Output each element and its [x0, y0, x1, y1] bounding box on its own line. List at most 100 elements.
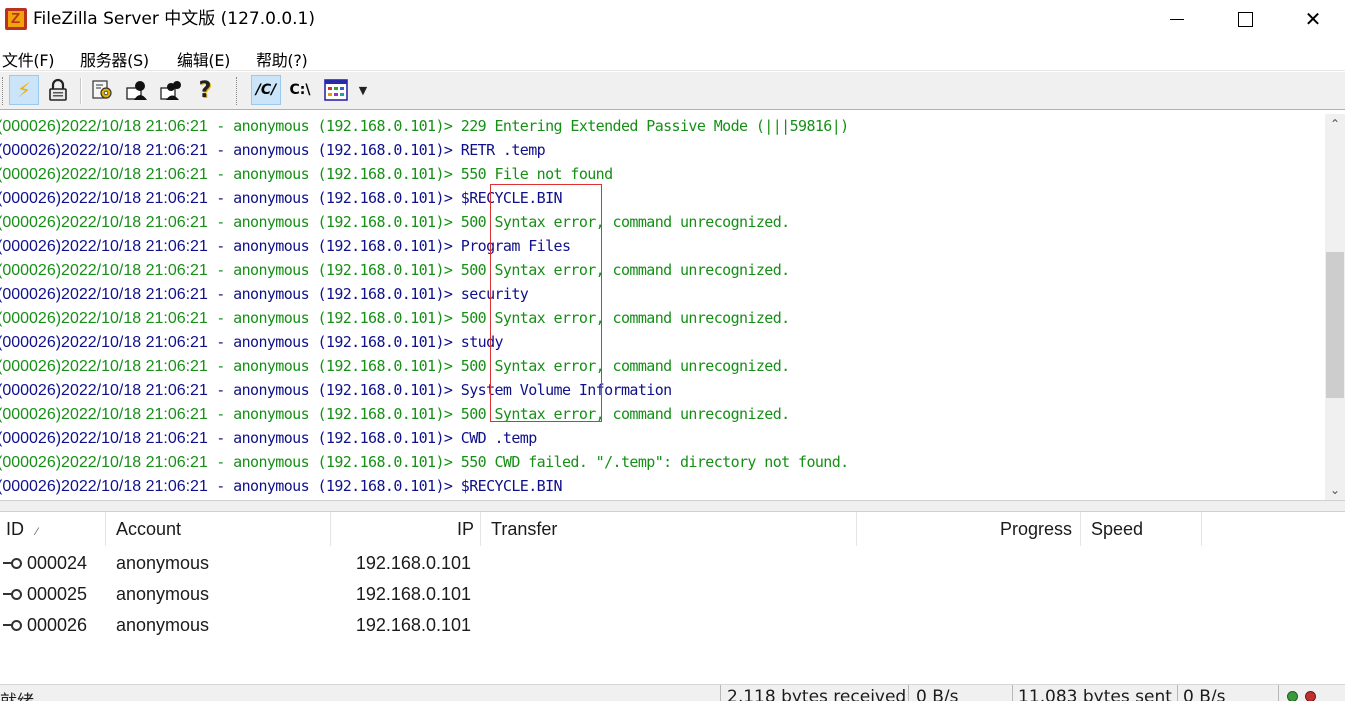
- status-divider: [1278, 685, 1279, 701]
- session-ip: 192.168.0.101: [355, 553, 471, 573]
- session-id: 000024: [27, 553, 88, 573]
- connection-icon: [3, 618, 25, 632]
- log-timestamp: 2022/10/18 21:06:21: [61, 358, 208, 375]
- connect-button[interactable]: ⚡: [9, 75, 39, 105]
- close-button[interactable]: ✕: [1279, 0, 1345, 38]
- column-header-transfer[interactable]: Transfer: [481, 512, 857, 546]
- server-log[interactable]: (000026)2022/10/18 21:06:21 - anonymous …: [0, 114, 1325, 498]
- logo-letter: Z: [11, 10, 21, 27]
- session-id: 000026: [27, 615, 88, 635]
- windows-path-button[interactable]: C:\: [285, 75, 315, 105]
- toolbar-grip-2[interactable]: [236, 77, 239, 105]
- status-ready: 就绪: [0, 687, 34, 701]
- log-timestamp: 2022/10/18 21:06:21: [61, 166, 208, 183]
- unix-path-button[interactable]: /C/: [251, 75, 281, 105]
- sort-indicator-icon: ⁄: [36, 526, 38, 538]
- panel-splitter[interactable]: [0, 500, 1345, 512]
- log-session-prefix: (000026): [0, 142, 62, 159]
- sessions-list: ID ⁄ Account IP Transfer Progress Speed 0…: [0, 512, 1345, 682]
- log-timestamp: 2022/10/18 21:06:21: [61, 478, 208, 495]
- help-button[interactable]: ?: [190, 75, 220, 105]
- log-session-prefix: (000026): [0, 286, 62, 303]
- log-session-prefix: (000026): [0, 262, 62, 279]
- table-row[interactable]: 000024 anonymous 192.168.0.101: [0, 548, 1345, 579]
- maximize-button[interactable]: [1211, 0, 1279, 38]
- log-line-command: (000026)2022/10/18 21:06:21 - anonymous …: [0, 282, 1325, 306]
- log-scrollbar[interactable]: ⌃ ⌄: [1325, 114, 1345, 500]
- log-session-prefix: (000026): [0, 166, 62, 183]
- lock-button[interactable]: [43, 75, 73, 105]
- help-question-icon: ?: [198, 77, 212, 103]
- column-header-progress[interactable]: Progress: [857, 512, 1081, 546]
- lock-icon: [49, 78, 67, 101]
- log-message: - anonymous (192.168.0.101)> CWD .temp: [207, 429, 537, 447]
- log-message: - anonymous (192.168.0.101)> Program Fil…: [207, 237, 571, 255]
- log-timestamp: 2022/10/18 21:06:21: [61, 310, 208, 327]
- log-timestamp: 2022/10/18 21:06:21: [61, 118, 208, 135]
- path-windows-label: C:\: [289, 82, 311, 98]
- session-id-cell: 000024: [3, 548, 87, 579]
- log-line-response: (000026)2022/10/18 21:06:21 - anonymous …: [0, 162, 1325, 186]
- groups-button[interactable]: [156, 75, 186, 105]
- list-header: ID ⁄ Account IP Transfer Progress Speed: [0, 512, 1345, 546]
- log-timestamp: 2022/10/18 21:06:21: [61, 214, 208, 231]
- receive-rate: 0 B/s: [916, 687, 959, 701]
- log-line-response: (000026)2022/10/18 21:06:21 - anonymous …: [0, 402, 1325, 426]
- sort-dropdown-button[interactable]: ▼: [352, 75, 374, 105]
- column-header-account[interactable]: Account: [106, 512, 331, 546]
- log-session-prefix: (000026): [0, 478, 62, 495]
- log-timestamp: 2022/10/18 21:06:21: [61, 190, 208, 207]
- session-id-cell: 000026: [3, 610, 87, 641]
- toolbar-grip[interactable]: [2, 77, 5, 105]
- minimize-button[interactable]: [1143, 0, 1211, 38]
- column-id-label: ID: [6, 519, 24, 539]
- session-account: anonymous: [116, 584, 210, 604]
- settings-gear-icon: [92, 80, 112, 99]
- table-row[interactable]: 000025 anonymous 192.168.0.101: [0, 579, 1345, 610]
- window-title: FileZilla Server 中文版 (127.0.0.1): [33, 9, 316, 29]
- menu-help[interactable]: 帮助(?): [256, 47, 308, 71]
- title-bar: Z FileZilla Server 中文版 (127.0.0.1) ✕: [0, 0, 1345, 38]
- log-timestamp: 2022/10/18 21:06:21: [61, 454, 208, 471]
- bytes-sent: 11,083 bytes sent: [1018, 687, 1172, 701]
- log-line-response: (000026)2022/10/18 21:06:21 - anonymous …: [0, 354, 1325, 378]
- settings-button[interactable]: [88, 75, 118, 105]
- status-divider: [908, 685, 909, 701]
- column-header-id[interactable]: ID ⁄: [0, 512, 106, 546]
- log-timestamp: 2022/10/18 21:06:21: [61, 430, 208, 447]
- log-session-prefix: (000026): [0, 310, 62, 327]
- scroll-thumb[interactable]: [1326, 252, 1344, 398]
- column-header-ip[interactable]: IP: [331, 512, 481, 546]
- log-message: - anonymous (192.168.0.101)> study: [207, 333, 503, 351]
- log-message: - anonymous (192.168.0.101)> $RECYCLE.BI…: [207, 189, 562, 207]
- log-line-command: (000026)2022/10/18 21:06:21 - anonymous …: [0, 138, 1325, 162]
- log-session-prefix: (000026): [0, 214, 62, 231]
- toolbar: ⚡ ? /C/ C:\ ▼: [0, 72, 1345, 110]
- menu-edit[interactable]: 编辑(E): [177, 47, 230, 71]
- session-ip: 192.168.0.101: [355, 584, 471, 604]
- log-line-command: (000026)2022/10/18 21:06:21 - anonymous …: [0, 426, 1325, 450]
- log-timestamp: 2022/10/18 21:06:21: [61, 238, 208, 255]
- scroll-down-button[interactable]: ⌄: [1325, 480, 1345, 500]
- log-message: - anonymous (192.168.0.101)> 500 Syntax …: [207, 309, 790, 327]
- users-button[interactable]: [122, 75, 152, 105]
- menu-server[interactable]: 服务器(S): [80, 47, 149, 71]
- log-line-command: (000026)2022/10/18 21:06:21 - anonymous …: [0, 474, 1325, 498]
- scroll-up-button[interactable]: ⌃: [1325, 114, 1345, 134]
- status-divider: [720, 685, 721, 701]
- log-message: - anonymous (192.168.0.101)> System Volu…: [207, 381, 672, 399]
- session-ip: 192.168.0.101: [355, 615, 471, 635]
- log-session-prefix: (000026): [0, 334, 62, 351]
- table-row[interactable]: 000026 anonymous 192.168.0.101: [0, 610, 1345, 641]
- log-timestamp: 2022/10/18 21:06:21: [61, 334, 208, 351]
- connection-icon: [3, 587, 25, 601]
- column-header-speed[interactable]: Speed: [1081, 512, 1202, 546]
- filezilla-logo-icon: Z: [5, 8, 27, 30]
- log-timestamp: 2022/10/18 21:06:21: [61, 286, 208, 303]
- log-session-prefix: (000026): [0, 454, 62, 471]
- log-line-command: (000026)2022/10/18 21:06:21 - anonymous …: [0, 378, 1325, 402]
- menu-file[interactable]: 文件(F): [2, 47, 55, 71]
- log-message: - anonymous (192.168.0.101)> 500 Syntax …: [207, 261, 790, 279]
- log-line-response: (000026)2022/10/18 21:06:21 - anonymous …: [0, 450, 1325, 474]
- sort-order-button[interactable]: [321, 75, 351, 105]
